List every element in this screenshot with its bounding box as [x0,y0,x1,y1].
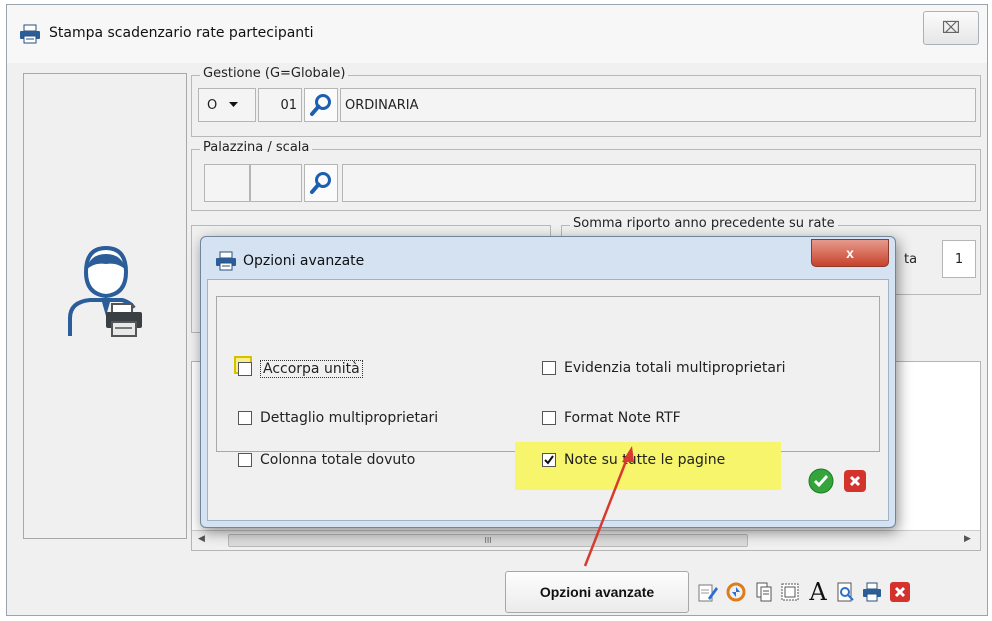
option-colonna-totale-dovuto[interactable]: Colonna totale dovuto [238,452,415,468]
search-icon [309,93,333,117]
gestione-legend: Gestione (G=Globale) [200,66,349,81]
dialog-title: Opzioni avanzate [243,253,365,269]
option-dettaglio-multiproprietari[interactable]: Dettaglio multiproprietari [238,410,438,426]
accorpa-unita-label: Accorpa unità [260,360,363,378]
dropdown-arrow-icon [229,102,239,108]
gestione-description-value: ORDINARIA [345,97,419,113]
horizontal-scrollbar[interactable]: ◀ III ▶ [192,530,980,550]
note-tutte-pagine-checkbox[interactable] [542,453,556,467]
close-icon: x [846,245,854,261]
left-panel [23,73,187,539]
note-tutte-pagine-label: Note su tutte le pagine [564,452,726,468]
accorpa-unita-checkbox[interactable] [238,362,252,376]
colonna-totale-dovuto-checkbox[interactable] [238,453,252,467]
advanced-options-label: Opzioni avanzate [539,584,655,600]
scrollbar-thumb[interactable]: III [228,534,748,547]
search-icon [309,171,333,195]
palazzina-legend: Palazzina / scala [200,140,313,155]
scroll-left-icon[interactable]: ◀ [198,534,205,544]
gestione-search-button[interactable] [304,88,338,122]
font-icon[interactable]: A [805,573,831,611]
somma-legend: Somma riporto anno precedente su rate [570,216,838,231]
somma-value: 1 [954,251,964,267]
title-bar: Stampa scadenzario rate partecipanti ⌧ [7,5,987,63]
option-accorpa-unita[interactable]: Accorpa unità [238,360,363,378]
dialog-body: Accorpa unità Dettaglio multiproprietari… [207,279,889,521]
refresh-icon[interactable] [723,573,749,611]
option-format-note-rtf[interactable]: Format Note RTF [542,410,681,426]
cancel-button[interactable] [840,466,870,496]
gestione-description-field[interactable]: ORDINARIA [340,88,976,122]
dettaglio-multiproprietari-label: Dettaglio multiproprietari [260,410,439,426]
gestione-code-value: 01 [280,97,297,113]
page-frame-icon[interactable] [777,573,803,611]
checkmark-circle-icon [808,468,834,494]
checkmark-icon [544,455,554,465]
format-note-rtf-checkbox[interactable] [542,411,556,425]
palazzina-search-button[interactable] [304,164,338,202]
gestione-type-value: O [207,97,218,113]
palazzina-description-field[interactable] [342,164,976,202]
option-note-tutte-pagine[interactable]: Note su tutte le pagine [542,452,725,468]
printer-icon [215,251,237,271]
gestione-type-select[interactable]: O [198,88,256,122]
palazzina-code1-input[interactable] [204,164,250,202]
dettaglio-multiproprietari-checkbox[interactable] [238,411,252,425]
evidenzia-totali-label: Evidenzia totali multiproprietari [564,360,786,376]
dialog-close-button[interactable]: x [811,239,889,267]
format-note-rtf-label: Format Note RTF [564,410,681,426]
gestione-group: Gestione (G=Globale) O 01 ORDINARIA [191,66,981,137]
copy-pages-icon[interactable] [751,573,777,611]
print-preview-icon[interactable] [833,573,859,611]
somma-value-input[interactable]: 1 [942,240,976,278]
close-icon[interactable] [887,573,913,611]
palazzina-group: Palazzina / scala [191,140,981,211]
scroll-right-icon[interactable]: ▶ [964,534,971,544]
advanced-options-button[interactable]: Opzioni avanzate [505,571,689,613]
ok-button[interactable] [806,466,836,496]
advanced-options-dialog: Opzioni avanzate x Accorpa unità Dettagl… [200,236,896,528]
user-printer-icon [64,242,148,338]
option-evidenzia-totali[interactable]: Evidenzia totali multiproprietari [542,360,786,376]
close-icon: ⌧ [941,20,961,37]
scrollbar-grip-icon: III [484,536,492,545]
evidenzia-totali-checkbox[interactable] [542,361,556,375]
somma-label: ta [904,252,918,267]
gestione-code-input[interactable]: 01 [258,88,302,122]
window-title: Stampa scadenzario rate partecipanti [49,25,314,41]
palazzina-code2-input[interactable] [250,164,302,202]
close-icon [844,470,866,492]
edit-icon[interactable] [695,573,721,611]
print-icon[interactable] [859,573,885,611]
printer-icon [19,24,41,44]
window-close-button[interactable]: ⌧ [923,11,979,45]
colonna-totale-dovuto-label: Colonna totale dovuto [260,452,416,468]
